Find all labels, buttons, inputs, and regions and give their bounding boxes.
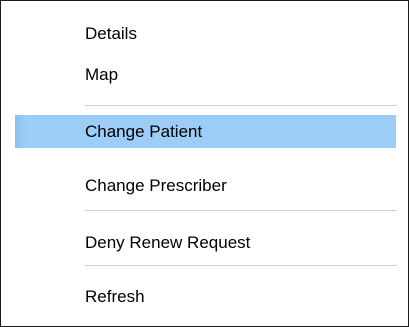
menu-item-refresh[interactable]: Refresh: [15, 280, 396, 313]
menu-item-details[interactable]: Details: [15, 17, 396, 50]
menu-separator: [85, 210, 397, 211]
menu-item-deny-renew-request[interactable]: Deny Renew Request: [15, 226, 396, 259]
context-menu: Details Map Change Patient Change Prescr…: [0, 0, 409, 327]
menu-item-label: Map: [85, 64, 119, 84]
menu-item-label: Deny Renew Request: [85, 232, 251, 252]
menu-item-label: Details: [85, 23, 137, 43]
menu-separator: [85, 105, 397, 106]
menu-item-change-prescriber[interactable]: Change Prescriber: [15, 169, 396, 202]
menu-item-map[interactable]: Map: [15, 58, 396, 91]
menu-item-label: Change Prescriber: [85, 175, 227, 195]
menu-item-label: Change Patient: [85, 121, 203, 141]
menu-item-label: Refresh: [85, 286, 145, 306]
menu-separator: [85, 265, 397, 266]
menu-item-change-patient[interactable]: Change Patient: [15, 115, 396, 148]
